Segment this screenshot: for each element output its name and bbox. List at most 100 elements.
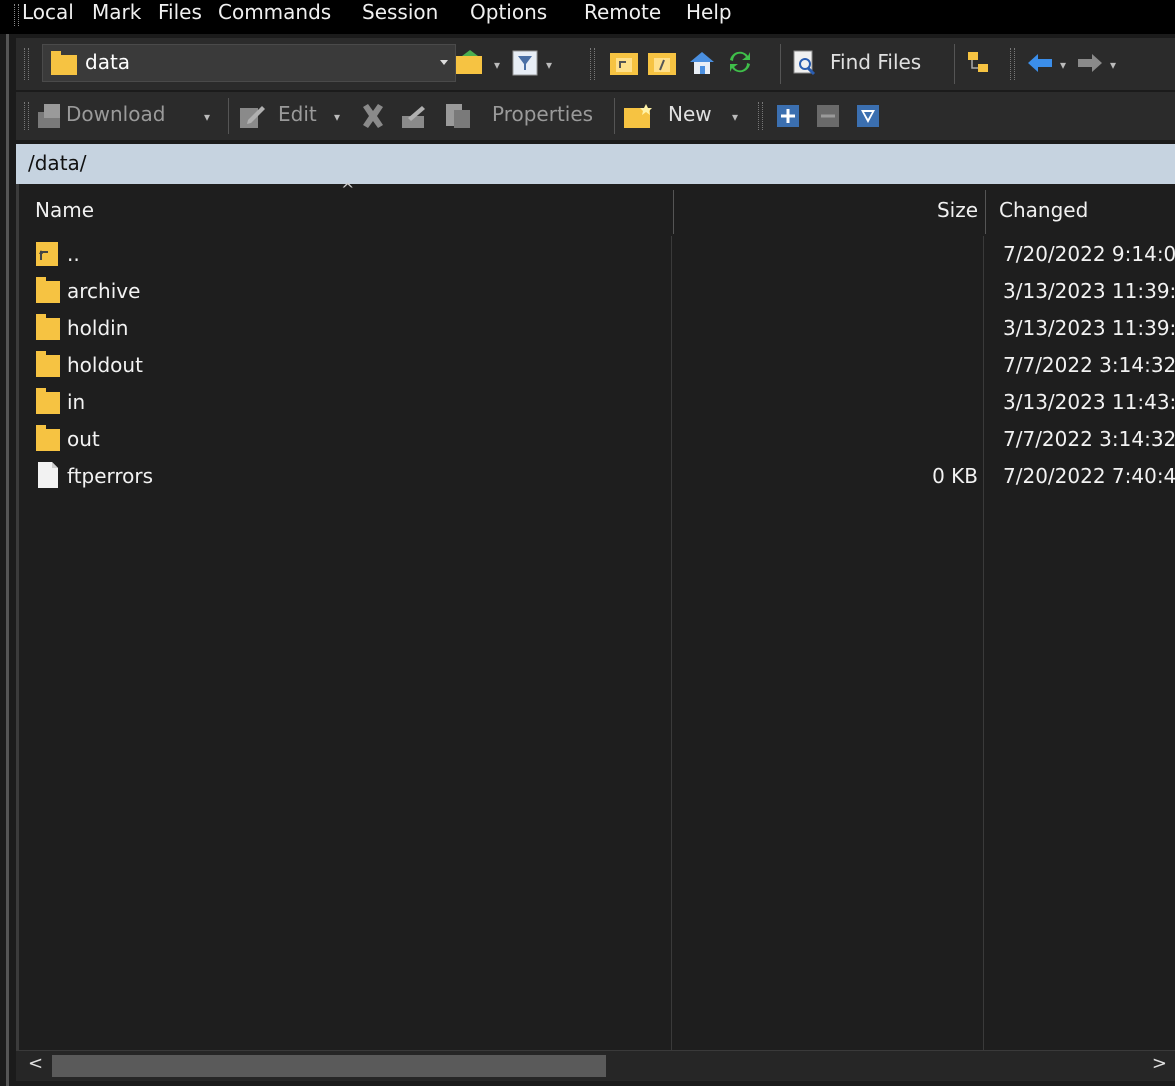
- directory-dropdown-value: data: [85, 50, 131, 74]
- open-folder-caret[interactable]: ▾: [494, 58, 500, 72]
- column-header-changed[interactable]: Changed: [999, 198, 1088, 222]
- folder-icon: [35, 386, 61, 421]
- menu-bar: Local Mark Files Commands Session Option…: [0, 0, 1175, 34]
- edit-icon[interactable]: [238, 102, 266, 134]
- menu-grip: [14, 4, 19, 26]
- new-icon[interactable]: [624, 102, 654, 134]
- rename-icon[interactable]: [400, 104, 428, 136]
- folder-icon: [35, 275, 61, 310]
- back-arrow-icon[interactable]: [1026, 52, 1054, 84]
- file-changed: 7/7/2022 3:14:32: [1003, 353, 1175, 377]
- column-divider[interactable]: [673, 190, 674, 234]
- directory-dropdown[interactable]: data: [42, 44, 456, 82]
- toolbar-grip: [24, 102, 29, 130]
- scrollbar-thumb[interactable]: [52, 1055, 606, 1077]
- new-caret[interactable]: ▾: [732, 110, 738, 124]
- path-bar[interactable]: /data/: [16, 144, 1175, 184]
- file-icon: [35, 460, 61, 495]
- menu-mark[interactable]: Mark: [92, 0, 141, 24]
- download-caret[interactable]: ▾: [204, 110, 210, 124]
- forward-caret[interactable]: ▾: [1110, 58, 1116, 72]
- toolbar-grip: [758, 102, 763, 130]
- current-path: /data/: [28, 151, 87, 175]
- window-left-edge: [6, 0, 9, 1086]
- scroll-left-icon[interactable]: <: [28, 1053, 43, 1074]
- file-row[interactable]: archive 3/13/2023 11:39:: [19, 273, 1175, 310]
- file-changed: 3/13/2023 11:39:: [1003, 279, 1175, 303]
- column-header-name[interactable]: Name: [35, 198, 94, 222]
- select-plus-icon[interactable]: [776, 104, 800, 136]
- file-row[interactable]: ftperrors 0 KB 7/20/2022 7:40:4: [19, 458, 1175, 495]
- file-changed: 7/20/2022 9:14:0: [1003, 242, 1175, 266]
- sort-ascending-icon: ^: [341, 180, 355, 199]
- menu-remote[interactable]: Remote: [584, 0, 661, 24]
- new-button[interactable]: New: [668, 102, 712, 126]
- delete-icon[interactable]: [360, 102, 386, 134]
- refresh-icon[interactable]: [726, 48, 754, 80]
- file-name: ..: [67, 242, 80, 266]
- file-operations-toolbar: Download ▾ Edit ▾ Properties New ▾: [16, 92, 1175, 140]
- download-button[interactable]: Download: [66, 102, 165, 126]
- file-list[interactable]: Name ^ Size Changed .. 7/20/2022 9:14:0 ar…: [16, 180, 1175, 1050]
- properties-icon[interactable]: [444, 102, 472, 134]
- back-caret[interactable]: ▾: [1060, 58, 1066, 72]
- file-row[interactable]: out 7/7/2022 3:14:32: [19, 421, 1175, 458]
- find-files-button[interactable]: Find Files: [830, 50, 921, 74]
- file-changed: 3/13/2023 11:43:: [1003, 390, 1175, 414]
- toolbar-separator: [954, 44, 955, 84]
- toolbar-separator: [614, 98, 615, 134]
- toolbar-separator: [228, 98, 229, 134]
- select-filter-icon[interactable]: [856, 104, 880, 136]
- find-files-icon[interactable]: [792, 50, 816, 82]
- menu-files[interactable]: Files: [158, 0, 202, 24]
- file-row[interactable]: holdin 3/13/2023 11:39:: [19, 310, 1175, 347]
- toolbar-grip: [1010, 48, 1015, 80]
- menu-options[interactable]: Options: [470, 0, 547, 24]
- navigation-toolbar: data ▾ ▾ Find Files ▾ ▾: [16, 38, 1175, 90]
- select-minus-icon[interactable]: [816, 104, 840, 136]
- open-folder-icon[interactable]: [456, 50, 484, 82]
- file-size: 0 KB: [932, 464, 978, 488]
- list-header: Name ^ Size Changed: [19, 180, 1175, 236]
- folder-icon: [35, 423, 61, 458]
- menu-local[interactable]: Local: [22, 0, 74, 24]
- download-icon[interactable]: [36, 102, 64, 134]
- file-changed: 7/7/2022 3:14:32: [1003, 427, 1175, 451]
- column-header-size[interactable]: Size: [937, 198, 978, 222]
- edit-button[interactable]: Edit: [278, 102, 317, 126]
- forward-arrow-icon[interactable]: [1076, 52, 1104, 84]
- file-name: holdin: [67, 316, 129, 340]
- file-row[interactable]: in 3/13/2023 11:43:: [19, 384, 1175, 421]
- file-name: archive: [67, 279, 141, 303]
- folder-icon: [35, 312, 61, 347]
- parent-dir-icon: [35, 238, 61, 273]
- folder-icon: [35, 349, 61, 384]
- root-dir-icon[interactable]: [648, 50, 676, 82]
- tree-icon[interactable]: [966, 50, 992, 82]
- properties-button[interactable]: Properties: [492, 102, 593, 126]
- menu-help[interactable]: Help: [686, 0, 732, 24]
- file-name: holdout: [67, 353, 143, 377]
- file-name: in: [67, 390, 86, 414]
- toolbar-grip: [590, 48, 595, 80]
- home-icon[interactable]: [688, 50, 716, 82]
- toolbar-grip: [24, 48, 29, 80]
- directory-dropdown-arrow[interactable]: [436, 46, 452, 78]
- file-name: out: [67, 427, 100, 451]
- file-row[interactable]: .. 7/20/2022 9:14:0: [19, 236, 1175, 273]
- folder-icon: [51, 51, 77, 75]
- scroll-right-icon[interactable]: >: [1152, 1053, 1167, 1074]
- file-changed: 7/20/2022 7:40:4: [1003, 464, 1175, 488]
- edit-caret[interactable]: ▾: [334, 110, 340, 124]
- filter-caret[interactable]: ▾: [546, 58, 552, 72]
- column-divider[interactable]: [985, 190, 986, 234]
- file-row[interactable]: holdout 7/7/2022 3:14:32: [19, 347, 1175, 384]
- horizontal-scrollbar[interactable]: < >: [16, 1050, 1175, 1081]
- filter-icon[interactable]: [512, 50, 538, 82]
- file-name: ftperrors: [67, 464, 154, 488]
- menu-commands[interactable]: Commands: [218, 0, 331, 24]
- file-changed: 3/13/2023 11:39:: [1003, 316, 1175, 340]
- toolbar-separator: [780, 44, 781, 84]
- parent-dir-icon[interactable]: [610, 50, 638, 82]
- menu-session[interactable]: Session: [362, 0, 438, 24]
